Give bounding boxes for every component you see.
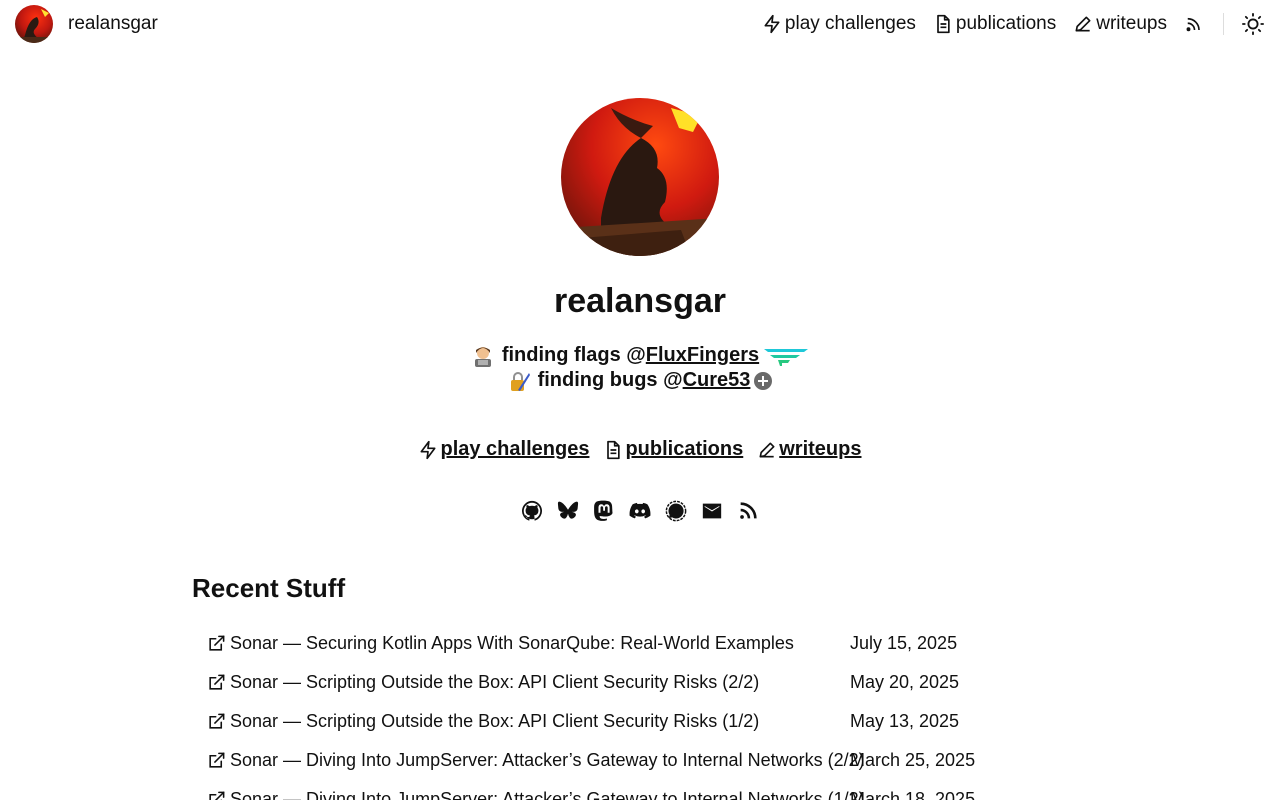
nav-rss[interactable] (1184, 15, 1205, 33)
github-link[interactable] (521, 499, 543, 523)
external-link-icon (207, 790, 227, 800)
recent-item-link[interactable]: Sonar — Diving Into JumpServer: Attacker… (230, 789, 865, 800)
recent-item-link[interactable]: Sonar — Scripting Outside the Box: API C… (230, 711, 850, 732)
home-link[interactable]: realansgar (15, 5, 158, 43)
tagline-flags-prefix: finding flags @ (501, 344, 646, 366)
recent-item-link[interactable]: Sonar — Diving Into JumpServer: Attacker… (230, 750, 865, 771)
recent-item-link[interactable]: Sonar — Scripting Outside the Box: API C… (230, 672, 850, 693)
document-icon (607, 440, 621, 459)
recent-list: Sonar — Securing Kotlin Apps With SonarQ… (207, 624, 1107, 800)
main-links: play challenges publications writeups (0, 438, 1280, 461)
bluesky-icon (557, 501, 579, 519)
recent-heading: Recent Stuff (192, 573, 346, 603)
profile-avatar (561, 98, 719, 256)
nav-divider (1223, 13, 1224, 35)
fluxfingers-link[interactable]: FluxFingers (646, 344, 759, 367)
mastodon-link[interactable] (593, 499, 615, 523)
nav-publications[interactable]: publications (933, 13, 1056, 35)
lock-pen-emoji-icon (508, 370, 530, 392)
external-link-icon (207, 751, 227, 771)
external-link-icon (207, 712, 227, 732)
recent-item-date: May 20, 2025 (850, 672, 960, 692)
discord-icon (629, 502, 651, 519)
nav-label: writeups (1096, 13, 1167, 34)
discord-link[interactable] (629, 499, 651, 523)
link-writeups[interactable]: writeups (757, 438, 862, 461)
tagline-bugs-prefix: finding bugs @ (537, 369, 683, 391)
site-avatar (15, 5, 53, 43)
list-item: Sonar — Scripting Outside the Box: API C… (207, 702, 1107, 741)
nav-play-challenges[interactable]: play challenges (762, 13, 916, 35)
link-publications[interactable]: publications (603, 438, 743, 461)
list-item: Sonar — Securing Kotlin Apps With SonarQ… (207, 624, 1107, 663)
link-label: writeups (779, 438, 862, 460)
social-links (0, 499, 1280, 523)
nav-label: publications (955, 13, 1057, 34)
recent-item-date: July 15, 2025 (850, 633, 958, 653)
email-link[interactable] (701, 499, 723, 523)
recent-item-date: March 25, 2025 (850, 750, 976, 770)
tagline-bugs: finding bugs @ Cure53 (0, 369, 1280, 392)
top-navigation-bar: realansgar play challenges publications … (0, 0, 1280, 48)
link-play-challenges[interactable]: play challenges (418, 438, 589, 461)
bolt-icon (420, 440, 436, 459)
bluesky-link[interactable] (557, 499, 579, 523)
theme-toggle-button[interactable] (1242, 13, 1264, 35)
bolt-icon (764, 14, 780, 34)
rss-feed-link[interactable] (737, 499, 759, 523)
recent-item-date: May 13, 2025 (850, 711, 960, 731)
link-label: publications (625, 438, 744, 460)
list-item: Sonar — Diving Into JumpServer: Attacker… (207, 741, 1107, 780)
nav-writeups[interactable]: writeups (1073, 13, 1167, 35)
top-nav: play challenges publications writeups (745, 10, 1264, 38)
cure53-link[interactable]: Cure53 (683, 369, 751, 392)
recent-item-link[interactable]: Sonar — Securing Kotlin Apps With SonarQ… (230, 633, 850, 654)
mail-icon (702, 503, 722, 519)
pencil-icon (1075, 16, 1091, 32)
profile-name: realansgar (554, 282, 726, 320)
link-label: play challenges (440, 438, 590, 460)
tagline-flags: finding flags @ FluxFingers (0, 344, 1280, 367)
cure53-logo-icon (754, 371, 773, 390)
site-name: realansgar (68, 13, 158, 34)
external-link-icon (207, 634, 227, 654)
recent-item-date: March 18, 2025 (850, 789, 976, 800)
signal-link[interactable] (665, 499, 687, 523)
document-icon (937, 14, 950, 34)
github-icon (521, 500, 543, 521)
pencil-icon (759, 442, 775, 457)
fluxfingers-logo-icon (764, 346, 809, 366)
nav-label: play challenges (784, 13, 916, 34)
sun-icon (1242, 13, 1264, 35)
signal-icon (665, 500, 687, 522)
mastodon-icon (594, 500, 613, 521)
list-item: Sonar — Diving Into JumpServer: Attacker… (207, 780, 1107, 800)
external-link-icon (207, 673, 227, 693)
rss-icon (1186, 17, 1200, 32)
rss-icon (740, 502, 757, 519)
hacker-emoji-icon (472, 345, 494, 367)
list-item: Sonar — Scripting Outside the Box: API C… (207, 663, 1107, 702)
